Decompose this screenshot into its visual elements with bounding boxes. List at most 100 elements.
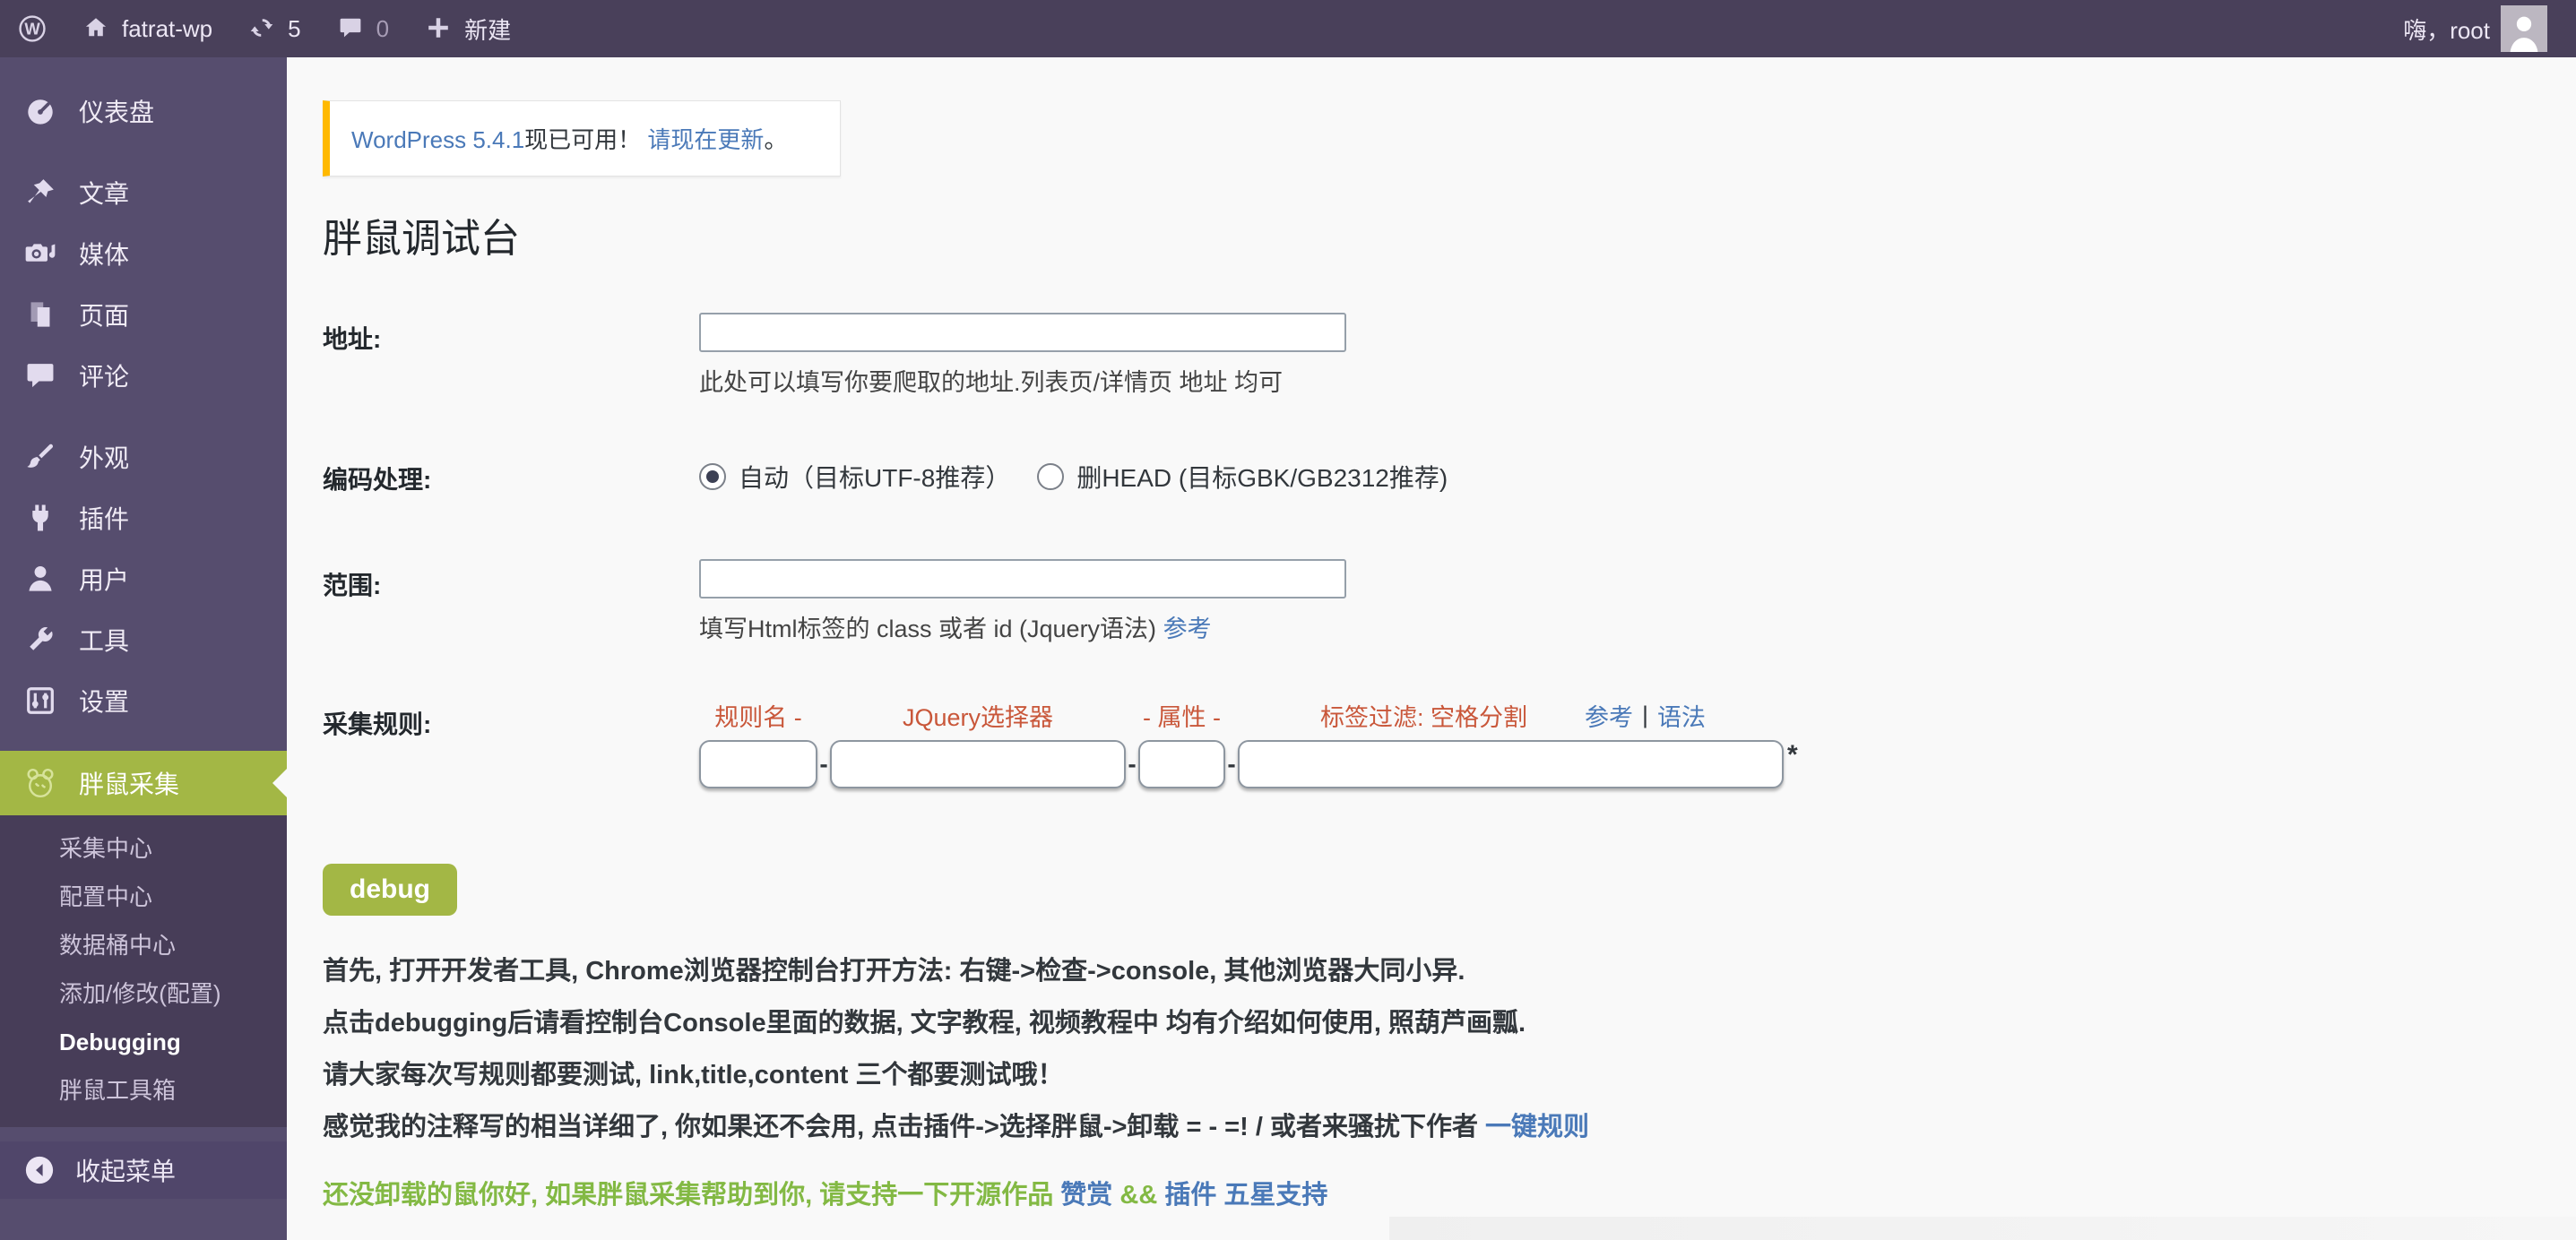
attribute-input[interactable] — [1138, 740, 1225, 788]
instructions: 首先, 打开开发者工具, Chrome浏览器控制台打开方法: 右键->检查->c… — [323, 957, 2576, 1141]
sidebar-item-plugins[interactable]: 插件 — [0, 487, 287, 548]
sidebar-item-media[interactable]: 媒体 — [0, 223, 287, 284]
rules-syntax-link[interactable]: 语法 — [1657, 698, 1706, 733]
address-input[interactable] — [699, 313, 1346, 352]
main-content: WordPress 5.4.1现已可用！ 请现在更新。 胖鼠调试台 地址: 此处… — [287, 57, 2576, 1240]
rules-inputs: - - - * — [699, 740, 1798, 788]
site-name-label: fatrat-wp — [122, 15, 212, 43]
site-name-menu[interactable]: fatrat-wp — [65, 0, 230, 57]
collapse-menu-button[interactable]: 收起菜单 — [0, 1141, 287, 1199]
sidebar-item-users[interactable]: 用户 — [0, 548, 287, 609]
required-asterisk: * — [1787, 740, 1798, 771]
rules-reference-link[interactable]: 参考 — [1585, 698, 1633, 733]
sidebar-item-fatrat-collect[interactable]: 胖鼠采集 — [0, 751, 287, 815]
collapse-menu-label: 收起菜单 — [75, 1152, 176, 1188]
address-help-text: 此处可以填写你要爬取的地址.列表页/详情页 地址 均可 — [699, 363, 1346, 398]
radio-unselected-icon[interactable] — [1037, 463, 1064, 490]
sidebar-item-label: 用户 — [79, 561, 129, 597]
admin-menu: 仪表盘 文章 媒体 页面 — [0, 57, 287, 1240]
plus-icon — [425, 14, 454, 43]
scope-help-label: 填写Html标签的 class 或者 id (Jquery语法) — [699, 616, 1163, 642]
encoding-option-label: 自动（目标UTF-8推荐） — [739, 459, 1010, 495]
address-row: 地址: 此处可以填写你要爬取的地址.列表页/详情页 地址 均可 — [323, 313, 2576, 398]
wordpress-logo-menu[interactable]: W — [0, 0, 65, 57]
fatrat-mouse-icon — [23, 766, 57, 800]
jquery-selector-input[interactable] — [830, 740, 1126, 788]
attribute-header: - 属性 - — [1138, 698, 1225, 733]
my-account-menu[interactable]: 嗨，root — [2385, 5, 2565, 52]
debug-form: 地址: 此处可以填写你要爬取的地址.列表页/详情页 地址 均可 编码处理: 自动… — [323, 313, 2576, 916]
rules-link-divider: | — [1642, 702, 1648, 729]
comment-bubble-icon — [337, 14, 366, 43]
home-icon — [82, 14, 111, 43]
pages-icon — [23, 297, 57, 332]
submenu-item-fatrat-toolbox[interactable]: 胖鼠工具箱 — [0, 1066, 287, 1115]
instruction-line: 首先, 打开开发者工具, Chrome浏览器控制台打开方法: 右键->检查->c… — [323, 957, 2576, 986]
sidebar-item-comments[interactable]: 评论 — [0, 345, 287, 406]
sidebar-item-label: 插件 — [79, 500, 129, 536]
encoding-option-auto[interactable]: 自动（目标UTF-8推荐） — [699, 459, 1010, 495]
camera-icon — [23, 237, 57, 271]
instruction-line: 请大家每次写规则都要测试, link,title,content 三个都要测试哦… — [323, 1061, 2576, 1089]
sidebar-item-label: 媒体 — [79, 236, 129, 271]
support-note-text: 还没卸载的鼠你好, 如果胖鼠采集帮助到你, 请支持一下开源作品 — [323, 1181, 1060, 1210]
update-count: 5 — [288, 15, 300, 43]
sidebar-item-tools[interactable]: 工具 — [0, 609, 287, 670]
sidebar-item-appearance[interactable]: 外观 — [0, 426, 287, 487]
encoding-label: 编码处理: — [323, 453, 699, 496]
instruction-line-text: 感觉我的注释写的相当详细了, 你如果还不会用, 点击插件->选择胖鼠->卸载 =… — [323, 1113, 1485, 1141]
debug-button[interactable]: debug — [323, 864, 457, 916]
dashboard-icon — [23, 94, 57, 128]
wordpress-logo-icon: W — [18, 14, 47, 43]
sidebar-item-label: 文章 — [79, 175, 129, 211]
sidebar-item-label: 外观 — [79, 439, 129, 475]
radio-selected-icon[interactable] — [699, 463, 726, 490]
five-star-link[interactable]: 五星支持 — [1223, 1181, 1327, 1210]
scope-input[interactable] — [699, 559, 1346, 598]
tag-filter-input[interactable] — [1238, 740, 1784, 788]
wordpress-version-link[interactable]: WordPress 5.4.1 — [351, 126, 524, 153]
sidebar-item-dashboard[interactable]: 仪表盘 — [0, 81, 287, 142]
sidebar-item-posts[interactable]: 文章 — [0, 162, 287, 223]
settings-sliders-icon — [23, 684, 57, 718]
scope-reference-link[interactable]: 参考 — [1163, 616, 1212, 642]
rules-row: 采集规则: 规则名 - JQuery选择器 - 属性 - 标签过滤: 空格分割 … — [323, 698, 2576, 788]
encoding-row: 编码处理: 自动（目标UTF-8推荐） 删HEAD (目标GBK/GB2312推… — [323, 453, 2576, 496]
page-title: 胖鼠调试台 — [323, 216, 2576, 263]
fatrat-submenu: 采集中心 配置中心 数据桶中心 添加/修改(配置) Debugging 胖鼠工具… — [0, 815, 287, 1127]
sidebar-item-pages[interactable]: 页面 — [0, 284, 287, 345]
rules-header: 规则名 - JQuery选择器 - 属性 - 标签过滤: 空格分割 参考 | 语… — [699, 698, 1798, 733]
rule-separator: - — [1126, 750, 1138, 779]
submenu-item-data-bucket-center[interactable]: 数据桶中心 — [0, 921, 287, 969]
submenu-item-config-center[interactable]: 配置中心 — [0, 873, 287, 921]
sidebar-item-label: 设置 — [79, 683, 129, 719]
greeting-label: 嗨，root — [2403, 13, 2490, 46]
update-now-link[interactable]: 请现在更新 — [647, 126, 764, 153]
paintbrush-icon — [23, 440, 57, 474]
updates-menu[interactable]: 5 — [230, 0, 318, 57]
donate-link[interactable]: 赞赏 — [1060, 1181, 1112, 1210]
rule-name-input[interactable] — [699, 740, 817, 788]
notice-available-text: 现已可用！ — [524, 126, 641, 153]
encoding-option-delhead[interactable]: 删HEAD (目标GBK/GB2312推荐) — [1037, 459, 1448, 495]
wrench-icon — [23, 623, 57, 657]
comment-count: 0 — [376, 15, 389, 43]
submenu-item-add-edit-config[interactable]: 添加/修改(配置) — [0, 969, 287, 1018]
avatar — [2501, 5, 2547, 52]
notice-suffix: 。 — [764, 126, 787, 153]
submenu-item-debugging[interactable]: Debugging — [0, 1018, 287, 1066]
tag-filter-header: 标签过滤: 空格分割 — [1320, 698, 1527, 733]
scope-row: 范围: 填写Html标签的 class 或者 id (Jquery语法) 参考 — [323, 559, 2576, 644]
scope-help-text: 填写Html标签的 class 或者 id (Jquery语法) 参考 — [699, 609, 1346, 644]
collapse-arrow-icon — [23, 1154, 56, 1186]
support-note-amp: && — [1112, 1181, 1164, 1210]
instruction-line: 感觉我的注释写的相当详细了, 你如果还不会用, 点击插件->选择胖鼠->卸载 =… — [323, 1113, 2576, 1141]
sidebar-item-label: 仪表盘 — [79, 93, 154, 129]
plugin-link[interactable]: 插件 — [1164, 1181, 1216, 1210]
one-key-rules-link[interactable]: 一键规则 — [1485, 1113, 1589, 1141]
submenu-item-collect-center[interactable]: 采集中心 — [0, 824, 287, 873]
sidebar-item-settings[interactable]: 设置 — [0, 670, 287, 731]
comments-menu[interactable]: 0 — [319, 0, 407, 57]
new-content-menu[interactable]: 新建 — [407, 0, 529, 57]
below-fold-embed-edge — [1389, 1217, 2576, 1240]
